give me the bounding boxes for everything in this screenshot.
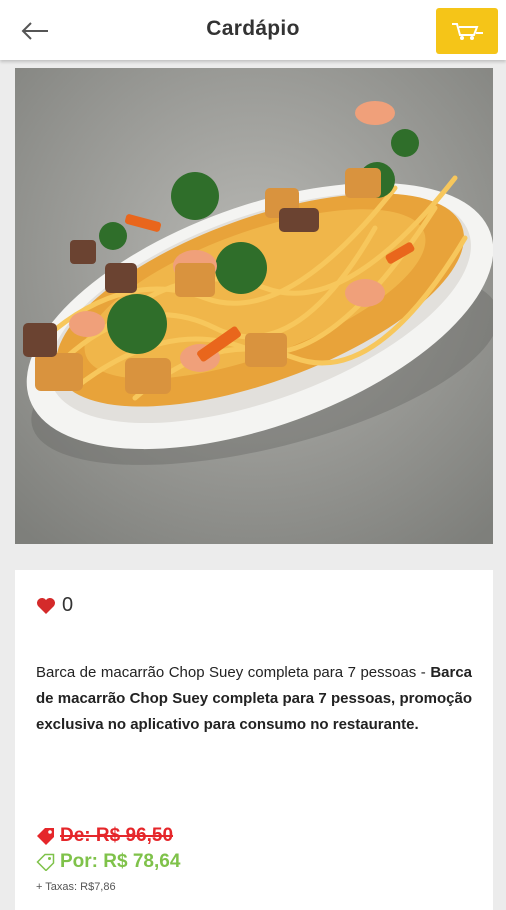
shopping-cart-icon [452, 23, 483, 40]
new-price-value: Por: R$ 78,64 [60, 851, 181, 872]
old-price: De: R$ 96,50 [36, 825, 173, 847]
app-bar: Cardápio [0, 0, 506, 60]
new-price: Por: R$ 78,64 [36, 851, 180, 873]
product-image [15, 68, 493, 544]
product-info-card: 0 Barca de macarrão Chop Suey completa p… [15, 570, 493, 910]
description-intro: Barca de macarrão Chop Suey completa par… [36, 664, 426, 681]
old-price-value: De: R$ 96,50 [60, 825, 174, 846]
like-button[interactable]: 0 [36, 594, 73, 617]
like-count: 0 [62, 594, 74, 616]
price-tag-icon [37, 828, 54, 845]
price-tag-outline-icon [36, 853, 55, 871]
tax-info: + Taxas: R$7,86 [36, 881, 116, 893]
page-title: Cardápio [206, 17, 300, 40]
product-description: Barca de macarrão Chop Suey completa par… [36, 660, 472, 738]
cart-button[interactable] [436, 8, 498, 54]
heart-icon [37, 597, 55, 614]
